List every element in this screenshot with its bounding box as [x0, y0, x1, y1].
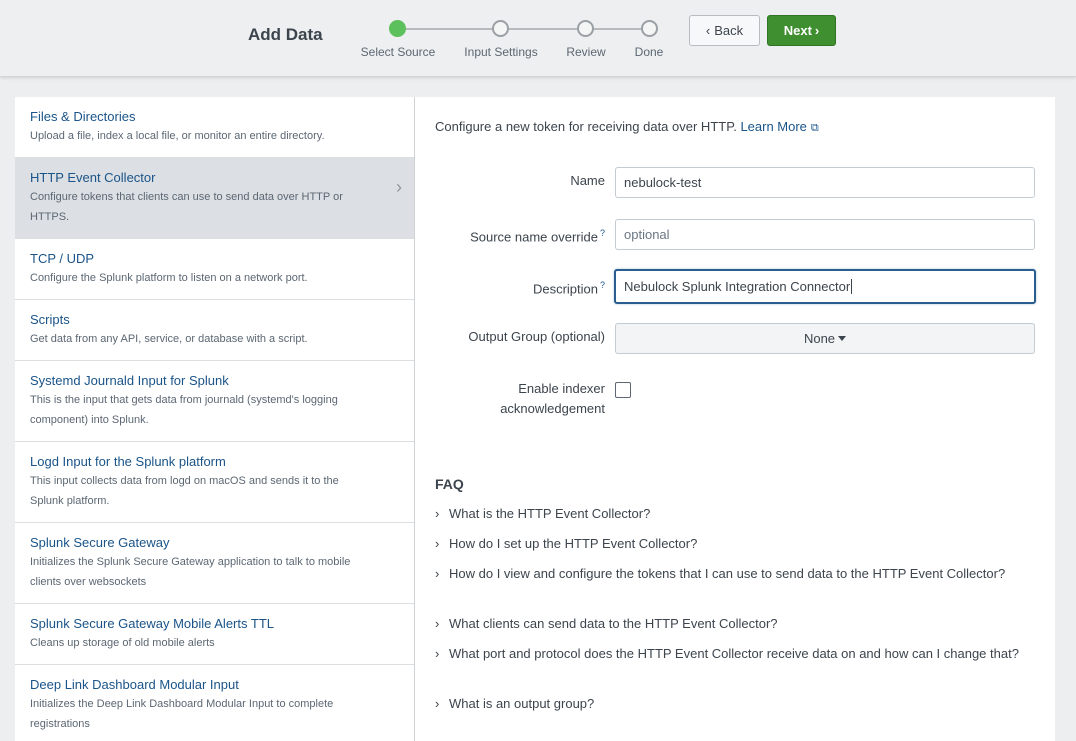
- intro-sentence: Configure a new token for receiving data…: [435, 119, 737, 134]
- faq-item[interactable]: › What clients can send data to the HTTP …: [435, 614, 1035, 634]
- source-title: HTTP Event Collector: [30, 170, 156, 185]
- source-item-http-event-collector[interactable]: HTTP Event Collector Configure tokens th…: [15, 158, 414, 239]
- source-desc: This is the input that gets data from jo…: [30, 394, 338, 426]
- chevron-right-icon: ›: [396, 177, 402, 197]
- learn-more-link[interactable]: Learn More ⧉: [740, 119, 818, 134]
- step-dot-done: [641, 20, 658, 37]
- text-cursor: [851, 279, 853, 294]
- step-dot-select-source: [389, 20, 406, 37]
- source-title: Logd Input for the Splunk platform: [30, 454, 226, 469]
- name-label: Name: [570, 173, 605, 188]
- source-title: Systemd Journald Input for Splunk: [30, 373, 229, 388]
- source-desc: Configure the Splunk platform to listen …: [30, 272, 308, 284]
- source-desc: This input collects data from logd on ma…: [30, 475, 339, 507]
- source-title: TCP / UDP: [30, 251, 95, 266]
- chevron-left-icon: ‹: [705, 23, 711, 38]
- source-name-override-label: Source name override?: [470, 228, 605, 245]
- source-desc: Initializes the Deep Link Dashboard Modu…: [30, 698, 334, 730]
- faq-heading: FAQ: [435, 476, 464, 492]
- chevron-right-icon: ›: [814, 23, 820, 38]
- next-button[interactable]: Next ›: [767, 15, 836, 46]
- source-desc: Cleans up storage of old mobile alerts: [30, 637, 215, 649]
- step-connector: [405, 28, 493, 30]
- output-group-select[interactable]: None: [615, 323, 1035, 354]
- output-group-value: None: [803, 331, 836, 346]
- chevron-right-icon: ›: [435, 646, 440, 661]
- wizard-steps: Select Source Input Settings Review Done: [0, 0, 700, 77]
- source-desc: Upload a file, index a local file, or mo…: [30, 130, 325, 142]
- step-connector: [593, 28, 642, 30]
- description-label: Description?: [532, 280, 605, 297]
- step-dot-review: [577, 20, 594, 37]
- source-item-logd-input[interactable]: Logd Input for the Splunk platform This …: [15, 442, 414, 523]
- input-settings-panel: Configure a new token for receiving data…: [415, 97, 1055, 741]
- faq-item[interactable]: › What is the HTTP Event Collector?: [435, 504, 1035, 524]
- chevron-right-icon: ›: [435, 536, 440, 551]
- help-icon[interactable]: ?: [600, 280, 605, 290]
- intro-text: Configure a new token for receiving data…: [435, 119, 819, 135]
- chevron-right-icon: ›: [435, 616, 440, 631]
- chevron-right-icon: ›: [435, 566, 440, 581]
- step-label-review: Review: [566, 45, 606, 59]
- help-icon[interactable]: ?: [600, 228, 605, 238]
- source-item-deep-link-dashboard[interactable]: Deep Link Dashboard Modular Input Initia…: [15, 665, 414, 741]
- source-title: Splunk Secure Gateway: [30, 535, 170, 550]
- source-item-splunk-secure-gateway[interactable]: Splunk Secure Gateway Initializes the Sp…: [15, 523, 414, 604]
- faq-item[interactable]: › What is an output group?: [435, 694, 1035, 714]
- output-group-label: Output Group (optional): [468, 329, 605, 344]
- step-dot-input-settings: [492, 20, 509, 37]
- wizard-header: Add Data Select Source Input Settings Re…: [0, 0, 1076, 77]
- source-name-override-input[interactable]: optional: [615, 219, 1035, 250]
- source-title: Files & Directories: [30, 109, 136, 124]
- source-desc: Initializes the Splunk Secure Gateway ap…: [30, 556, 351, 588]
- caret-down-icon: [838, 336, 847, 341]
- faq-item[interactable]: › How do I view and configure the tokens …: [435, 564, 1035, 584]
- source-desc: Configure tokens that clients can use to…: [30, 191, 343, 223]
- source-desc: Get data from any API, service, or datab…: [30, 333, 308, 345]
- next-button-label: Next: [783, 23, 812, 38]
- source-title: Scripts: [30, 312, 70, 327]
- source-title: Deep Link Dashboard Modular Input: [30, 677, 239, 692]
- source-item-mobile-alerts-ttl[interactable]: Splunk Secure Gateway Mobile Alerts TTL …: [15, 604, 414, 665]
- source-item-systemd-journald[interactable]: Systemd Journald Input for Splunk This i…: [15, 361, 414, 442]
- indexer-ack-checkbox[interactable]: [615, 382, 631, 398]
- external-link-icon: ⧉: [810, 122, 819, 134]
- name-input[interactable]: nebulock-test: [615, 167, 1035, 198]
- indexer-ack-label: Enable indexer acknowledgement: [500, 381, 605, 416]
- step-label-done: Done: [634, 45, 664, 59]
- faq-item[interactable]: › How do I set up the HTTP Event Collecto…: [435, 534, 1035, 554]
- source-item-files-directories[interactable]: Files & Directories Upload a file, index…: [15, 97, 414, 158]
- back-button-label: Back: [714, 23, 744, 38]
- source-list: Files & Directories Upload a file, index…: [15, 97, 415, 741]
- chevron-right-icon: ›: [435, 696, 440, 711]
- back-button[interactable]: ‹ Back: [689, 15, 760, 46]
- source-item-scripts[interactable]: Scripts Get data from any API, service, …: [15, 300, 414, 361]
- step-label-input-settings: Input Settings: [464, 45, 538, 59]
- source-item-tcp-udp[interactable]: TCP / UDP Configure the Splunk platform …: [15, 239, 414, 300]
- chevron-right-icon: ›: [435, 506, 440, 521]
- source-title: Splunk Secure Gateway Mobile Alerts TTL: [30, 616, 274, 631]
- step-label-select-source: Select Source: [360, 45, 436, 59]
- faq-item[interactable]: › What port and protocol does the HTTP Ev…: [435, 644, 1035, 664]
- description-input[interactable]: Nebulock Splunk Integration Connector: [614, 269, 1036, 304]
- step-connector: [508, 28, 578, 30]
